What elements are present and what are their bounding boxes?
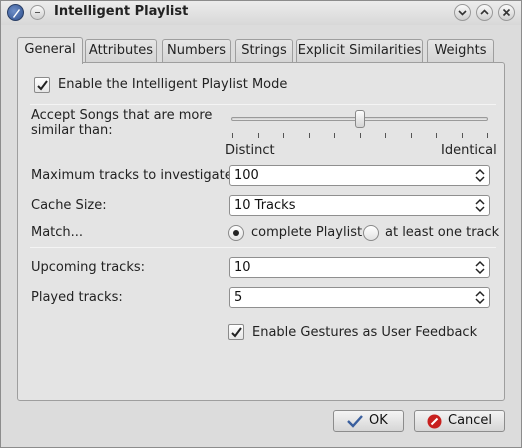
slider-tick — [487, 133, 488, 138]
slider-min-label: Distinct — [225, 143, 275, 158]
app-logo-icon[interactable] — [7, 4, 24, 21]
tab-attributes[interactable]: Attributes — [85, 39, 157, 63]
ok-button[interactable]: OK — [333, 410, 404, 432]
spin-arrows-icon[interactable] — [475, 198, 485, 213]
slider-tick — [232, 133, 233, 138]
tab-numbers[interactable]: Numbers — [162, 39, 231, 63]
played-tracks-spinbox[interactable]: 5 — [229, 287, 490, 308]
spin-arrows-icon[interactable] — [475, 260, 485, 275]
cancel-button-label: Cancel — [448, 413, 493, 428]
upcoming-tracks-label: Upcoming tracks: — [31, 260, 146, 275]
slider-tick — [258, 133, 259, 138]
spin-arrows-icon[interactable] — [475, 168, 485, 183]
dialog-window: Intelligent Playlist General Attributes … — [0, 0, 522, 448]
played-tracks-value[interactable]: 5 — [234, 290, 242, 305]
tab-explicit-similarities[interactable]: Explicit Similarities — [296, 39, 423, 63]
enable-gestures-checkbox[interactable] — [228, 324, 244, 340]
max-tracks-label: Maximum tracks to investigate: — [31, 168, 238, 183]
cancel-icon — [427, 414, 442, 429]
slider-tick — [436, 133, 437, 138]
cancel-button[interactable]: Cancel — [414, 410, 505, 432]
slider-tick — [462, 133, 463, 138]
slider-tick — [385, 133, 386, 138]
window-title: Intelligent Playlist — [54, 4, 189, 19]
similarity-label-line1: Accept Songs that are more — [31, 108, 213, 123]
slider-tick — [334, 133, 335, 138]
tab-general[interactable]: General — [17, 37, 83, 64]
match-at-least-one-track-radio[interactable] — [363, 225, 379, 241]
match-complete-playlist-label[interactable]: complete Playlist — [251, 225, 362, 240]
upcoming-tracks-spinbox[interactable]: 10 — [229, 257, 490, 278]
general-tab-panel: Enable the Intelligent Playlist Mode Acc… — [17, 62, 505, 401]
spin-arrows-icon[interactable] — [475, 290, 485, 305]
upcoming-tracks-value[interactable]: 10 — [234, 260, 251, 275]
title-bar[interactable]: Intelligent Playlist — [1, 1, 521, 25]
divider — [30, 104, 496, 105]
cache-size-combobox[interactable]: 10 Tracks — [229, 195, 490, 216]
slider-max-label: Identical — [441, 143, 497, 158]
cache-size-label: Cache Size: — [31, 198, 107, 213]
window-menu-icon[interactable] — [30, 5, 45, 20]
slider-tick — [411, 133, 412, 138]
played-tracks-label: Played tracks: — [31, 290, 123, 305]
maximize-icon[interactable] — [476, 4, 493, 21]
enable-gestures-label: Enable Gestures as User Feedback — [252, 325, 478, 340]
slider-tick — [360, 133, 361, 138]
match-at-least-one-track-label[interactable]: at least one track — [385, 225, 499, 240]
slider-tick — [283, 133, 284, 138]
enable-mode-label: Enable the Intelligent Playlist Mode — [58, 77, 288, 92]
minimize-icon[interactable] — [454, 4, 471, 21]
max-tracks-value[interactable]: 100 — [234, 168, 259, 183]
checkmark-icon — [347, 415, 363, 428]
enable-mode-checkbox[interactable] — [34, 77, 50, 93]
match-complete-playlist-radio[interactable] — [228, 225, 244, 241]
close-icon[interactable] — [498, 4, 515, 21]
slider-tick — [309, 133, 310, 138]
similarity-slider-handle[interactable] — [355, 110, 365, 128]
similarity-label-line2: similar than: — [31, 123, 113, 138]
ok-button-label: OK — [369, 413, 388, 428]
cache-size-value[interactable]: 10 Tracks — [234, 198, 295, 213]
max-tracks-spinbox[interactable]: 100 — [229, 165, 490, 186]
divider — [30, 247, 496, 248]
match-label: Match... — [31, 225, 84, 240]
tab-strings[interactable]: Strings — [235, 39, 293, 63]
tab-weights[interactable]: Weights — [427, 39, 494, 63]
